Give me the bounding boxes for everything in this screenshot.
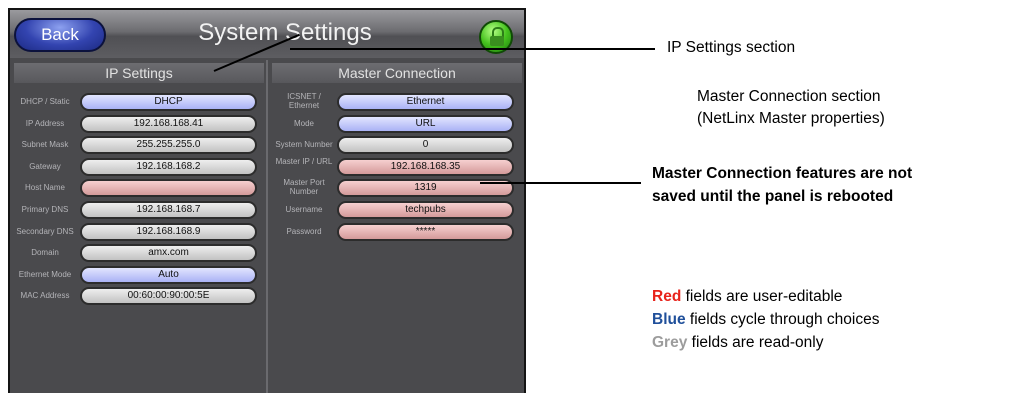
master-section-annotation-line2: (NetLinx Master properties) bbox=[697, 110, 885, 127]
password-field[interactable]: ***** bbox=[337, 222, 514, 241]
icsnet-ethernet-field[interactable]: Ethernet bbox=[337, 93, 514, 111]
legend-grey-text: fields are read-only bbox=[687, 334, 824, 351]
domain-field[interactable]: amx.com bbox=[80, 244, 257, 263]
password-label: Password bbox=[286, 226, 322, 236]
secondary-dns-field[interactable]: 192.168.168.9 bbox=[80, 222, 257, 241]
ethernet-mode-field[interactable]: Auto bbox=[80, 265, 257, 284]
legend-red: Red fields are user-editable bbox=[652, 286, 842, 308]
ip-address-label: IP Address bbox=[25, 118, 65, 128]
legend-red-text: fields are user-editable bbox=[681, 288, 843, 305]
legend-blue-text: fields cycle through choices bbox=[685, 311, 880, 328]
ip-section-callout-line bbox=[290, 48, 655, 50]
dhcp-static-label: DHCP / Static bbox=[20, 97, 70, 106]
system-number-field[interactable]: 0 bbox=[337, 136, 514, 155]
master-port-number-label: Master Port Number bbox=[283, 178, 325, 197]
reboot-annotation-line1: Master Connection features are not bbox=[652, 165, 913, 182]
icsnet-ethernet-label: ICSNET / Ethernet bbox=[287, 92, 321, 110]
master-connection-heading: Master Connection bbox=[272, 63, 522, 83]
subnet-mask-field[interactable]: 255.255.255.0 bbox=[80, 136, 257, 155]
master-ip-url-field[interactable]: 192.168.168.35 bbox=[337, 157, 514, 176]
dhcp-static-field[interactable]: DHCP bbox=[80, 93, 257, 111]
touch-panel-screen: Back System Settings IP Settings Master … bbox=[8, 8, 526, 393]
legend-red-word: Red bbox=[652, 288, 682, 305]
legend-blue: Blue fields cycle through choices bbox=[652, 309, 879, 331]
back-button[interactable]: Back bbox=[14, 18, 106, 52]
gateway-field[interactable]: 192.168.168.2 bbox=[80, 157, 257, 176]
legend-grey-word: Grey bbox=[652, 334, 688, 351]
mac-address-field[interactable]: 00:60:00:90:00:5E bbox=[80, 287, 257, 306]
gateway-label: Gateway bbox=[29, 161, 61, 171]
username-label: Username bbox=[285, 205, 323, 214]
ethernet-mode-label: Ethernet Mode bbox=[18, 269, 72, 279]
legend-blue-word: Blue bbox=[652, 311, 686, 328]
column-divider bbox=[266, 60, 268, 393]
ip-address-field[interactable]: 192.168.168.41 bbox=[80, 114, 257, 133]
reboot-annotation-line2: saved until the panel is rebooted bbox=[652, 188, 894, 205]
page-title: System Settings bbox=[198, 19, 372, 46]
ip-section-annotation: IP Settings section bbox=[667, 39, 796, 56]
legend-grey: Grey fields are read-only bbox=[652, 332, 823, 354]
primary-dns-label: Primary DNS bbox=[21, 205, 69, 214]
mode-field[interactable]: URL bbox=[337, 114, 514, 133]
subnet-mask-label: Subnet Mask bbox=[21, 140, 69, 150]
host-name-field[interactable] bbox=[80, 179, 257, 198]
mode-label: Mode bbox=[293, 118, 314, 128]
title-bar: Back System Settings bbox=[10, 10, 524, 58]
mac-address-label: MAC Address bbox=[20, 291, 70, 301]
secondary-dns-label: Secondary DNS bbox=[16, 226, 74, 236]
username-field[interactable]: techpubs bbox=[337, 201, 514, 219]
master-ip-url-label: Master IP / URL bbox=[275, 156, 333, 166]
domain-label: Domain bbox=[31, 248, 59, 258]
reboot-callout-line bbox=[480, 182, 641, 184]
master-section-annotation-line1: Master Connection section bbox=[697, 88, 881, 105]
primary-dns-field[interactable]: 192.168.168.7 bbox=[80, 201, 257, 219]
system-number-label: System Number bbox=[275, 140, 333, 150]
host-name-label: Host Name bbox=[24, 183, 65, 193]
